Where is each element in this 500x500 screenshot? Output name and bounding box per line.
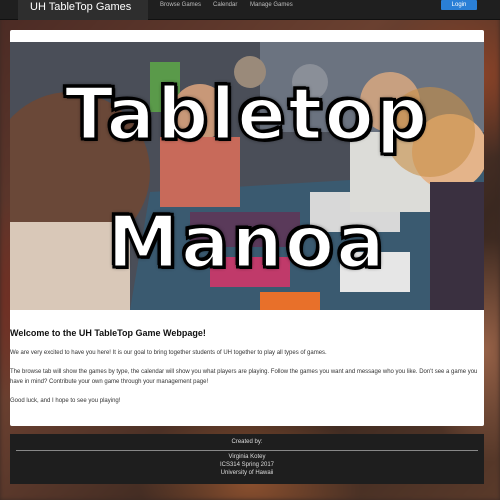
main-content-card: Tabletop Manoa Welcome to the UH TableTo… [10,30,484,426]
nav-browse-games[interactable]: Browse Games [160,2,201,8]
footer-author: Virginia Kotey [228,454,266,460]
footer-course: ICS314 Spring 2017 [219,462,275,468]
closing-paragraph: Good luck, and I hope to see you playing… [10,398,121,404]
footer-university: University of Hawaii [220,470,274,476]
nav-calendar[interactable]: Calendar [213,2,237,8]
instructions-paragraph: The browse tab will show the games by ty… [10,369,478,385]
hero-title-line1: Tabletop [63,72,430,156]
hero-title-line2: Manoa [106,200,387,284]
nav-manage-games[interactable]: Manage Games [250,2,293,8]
brand-logo-link[interactable]: UH TableTop Games [18,0,148,20]
login-button[interactable]: Login [441,0,477,10]
page-footer: Created by: Virginia Kotey ICS314 Spring… [10,434,484,484]
hero-banner-image: Tabletop Manoa [10,42,484,310]
top-navbar: UH TableTop Games Browse Games Calendar … [0,0,500,20]
footer-divider [16,450,478,451]
welcome-heading: Welcome to the UH TableTop Game Webpage! [10,328,206,338]
footer-title: Created by: [231,439,263,445]
intro-paragraph: We are very excited to have you here! It… [10,350,327,356]
